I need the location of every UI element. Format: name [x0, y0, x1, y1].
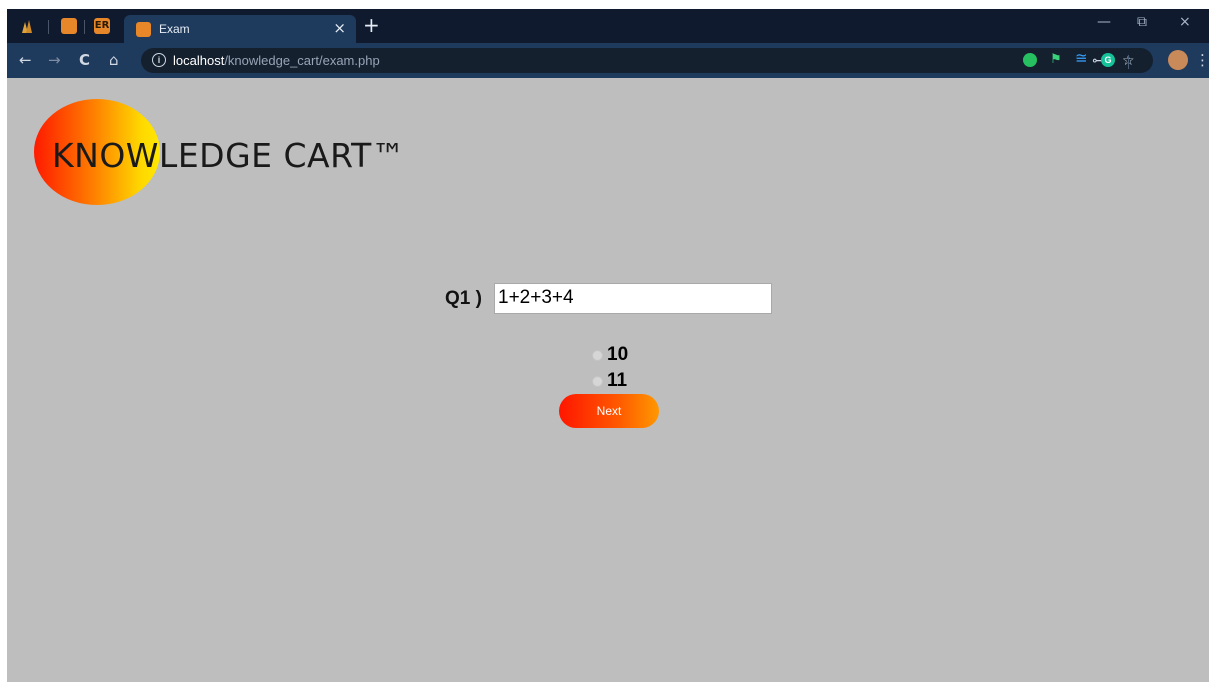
- info-icon[interactable]: i: [152, 53, 166, 67]
- url-text[interactable]: localhost/knowledge_cart/exam.php: [173, 53, 380, 68]
- tab-pinned-er[interactable]: ER: [94, 18, 110, 34]
- chat-extension-icon[interactable]: [1023, 53, 1037, 67]
- tab-title: Exam: [159, 22, 190, 36]
- address-bar[interactable]: i localhost/knowledge_cart/exam.php ⊶ ☆: [141, 48, 1153, 73]
- close-icon[interactable]: ×: [333, 19, 346, 37]
- tab-exam[interactable]: Exam ×: [124, 15, 356, 43]
- answer-option-label[interactable]: 11: [607, 370, 627, 392]
- new-tab-button[interactable]: +: [363, 13, 380, 37]
- tab-pinned-xampp[interactable]: [61, 18, 77, 34]
- answer-option-label[interactable]: 10: [607, 344, 628, 366]
- radio-button[interactable]: [592, 350, 603, 361]
- tab-pinned-app[interactable]: [19, 18, 35, 34]
- restore-button[interactable]: ⧉: [1137, 14, 1147, 30]
- tab-pinned-er-label: ER: [94, 20, 110, 31]
- url-host: localhost: [173, 53, 225, 68]
- tab-separator: [84, 20, 85, 34]
- grammarly-icon[interactable]: G: [1101, 53, 1115, 67]
- minimize-button[interactable]: —: [1097, 14, 1111, 30]
- browser-menu-icon[interactable]: ⋮: [1195, 51, 1209, 69]
- window-close-button[interactable]: ×: [1179, 14, 1191, 30]
- flag-extension-icon[interactable]: ⚑: [1050, 51, 1064, 66]
- logo-text: KNOWLEDGE CART™: [52, 136, 406, 175]
- tab-separator: [48, 20, 49, 34]
- url-path: /knowledge_cart/exam.php: [224, 53, 380, 68]
- page-content: KNOWLEDGE CART™ Q1 ) 1+2+3+4 10 11 Next: [7, 78, 1209, 682]
- reload-button[interactable]: C: [79, 51, 90, 69]
- home-button[interactable]: ⌂: [109, 51, 119, 69]
- tab-strip: ER Exam × + — ⧉ ×: [7, 9, 1209, 43]
- xampp-icon: [136, 22, 151, 37]
- lines-extension-icon[interactable]: ≅: [1075, 49, 1089, 67]
- toolbar-separator: [1128, 55, 1129, 69]
- question-text-field[interactable]: 1+2+3+4: [494, 283, 772, 314]
- back-button[interactable]: ←: [19, 51, 32, 69]
- browser-toolbar: ← → C ⌂ i localhost/knowledge_cart/exam.…: [7, 43, 1209, 78]
- app-icon: [22, 20, 32, 33]
- next-button[interactable]: Next: [559, 394, 659, 428]
- profile-avatar[interactable]: [1168, 50, 1188, 70]
- forward-button[interactable]: →: [48, 51, 61, 69]
- radio-button[interactable]: [592, 376, 603, 387]
- question-label: Q1 ): [445, 288, 482, 309]
